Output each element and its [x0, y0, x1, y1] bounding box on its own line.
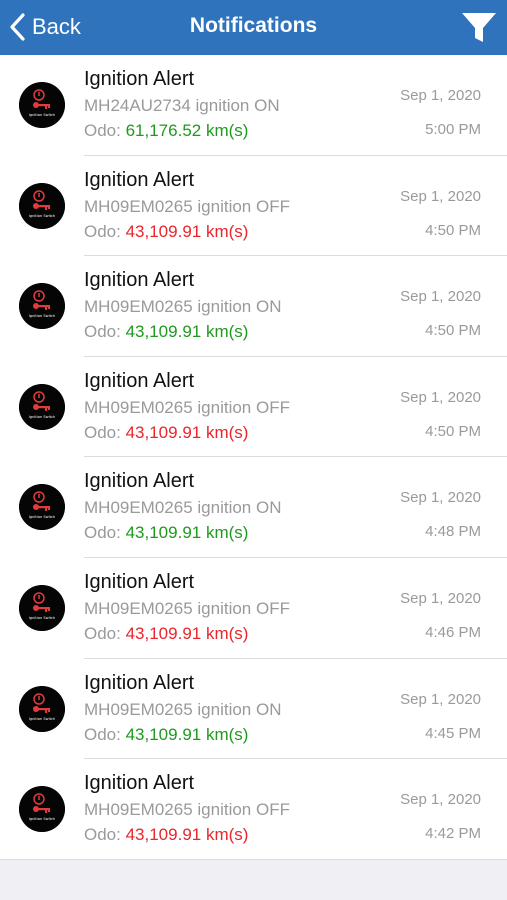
notification-title: Ignition Alert	[84, 772, 195, 795]
odometer-value: 43,109.91 km(s)	[125, 221, 249, 241]
svg-text:Ignition Switch: Ignition Switch	[29, 515, 56, 519]
notification-message: MH09EM0265 ignition ON	[84, 498, 282, 518]
svg-text:Ignition Switch: Ignition Switch	[29, 717, 56, 721]
notification-title: Ignition Alert	[84, 671, 195, 694]
notification-date: Sep 1, 2020	[400, 87, 481, 104]
notification-list: Ignition Switch Ignition Alert MH24AU273…	[0, 55, 507, 860]
svg-text:Ignition Switch: Ignition Switch	[29, 616, 56, 620]
notification-time: 4:50 PM	[425, 221, 481, 239]
ignition-switch-icon: Ignition Switch	[19, 685, 65, 732]
odometer-line: Odo: 43,109.91 km(s)	[84, 222, 248, 242]
notification-row[interactable]: Ignition Switch Ignition Alert MH24AU273…	[0, 55, 507, 156]
notification-title: Ignition Alert	[84, 68, 195, 90]
odometer-value: 43,109.91 km(s)	[125, 623, 249, 643]
odometer-label: Odo:	[84, 121, 121, 140]
notification-time: 4:50 PM	[425, 322, 481, 340]
odometer-line: Odo: 43,109.91 km(s)	[84, 423, 248, 443]
svg-text:Ignition Switch: Ignition Switch	[29, 415, 56, 419]
notification-date: Sep 1, 2020	[400, 589, 481, 607]
odometer-line: Odo: 43,109.91 km(s)	[84, 523, 248, 543]
svg-text:Ignition Switch: Ignition Switch	[29, 214, 56, 218]
odometer-value: 43,109.91 km(s)	[125, 825, 249, 845]
notification-message: MH09EM0265 ignition ON	[84, 297, 282, 317]
notification-date: Sep 1, 2020	[400, 791, 481, 809]
odometer-line: Odo: 61,176.52 km(s)	[84, 121, 248, 141]
notification-message: MH09EM0265 ignition OFF	[84, 196, 290, 216]
odometer-value: 43,109.91 km(s)	[125, 523, 249, 543]
notification-row[interactable]: Ignition Switch Ignition Alert MH09EM026…	[0, 558, 507, 659]
notification-message: MH09EM0265 ignition OFF	[84, 800, 290, 820]
notification-date: Sep 1, 2020	[400, 388, 481, 406]
notification-title: Ignition Alert	[84, 168, 195, 191]
odometer-line: Odo: 43,109.91 km(s)	[84, 725, 248, 745]
notification-date: Sep 1, 2020	[400, 187, 481, 205]
odometer-label: Odo:	[84, 422, 121, 442]
notification-message: MH09EM0265 ignition OFF	[84, 598, 290, 618]
row-divider	[0, 858, 507, 860]
notification-time: 4:46 PM	[425, 623, 481, 641]
notification-message: MH24AU2734 ignition ON	[84, 96, 280, 115]
odometer-label: Odo:	[84, 523, 121, 543]
navigation-bar: Back Notifications	[0, 0, 507, 55]
odometer-line: Odo: 43,109.91 km(s)	[84, 624, 248, 644]
ignition-switch-icon: Ignition Switch	[19, 82, 65, 128]
ignition-switch-icon: Ignition Switch	[19, 786, 65, 833]
notification-row[interactable]: Ignition Switch Ignition Alert MH09EM026…	[0, 457, 507, 558]
odometer-line: Odo: 43,109.91 km(s)	[84, 322, 248, 342]
notification-message: MH09EM0265 ignition ON	[84, 699, 282, 719]
notification-title: Ignition Alert	[84, 269, 195, 292]
odometer-value: 43,109.91 km(s)	[125, 422, 249, 442]
svg-text:Ignition Switch: Ignition Switch	[29, 113, 56, 117]
filter-icon	[462, 13, 496, 42]
notification-message: MH09EM0265 ignition OFF	[84, 397, 290, 417]
notification-time: 4:50 PM	[425, 422, 481, 440]
notification-time: 4:42 PM	[425, 825, 481, 843]
notification-row[interactable]: Ignition Switch Ignition Alert MH09EM026…	[0, 156, 507, 257]
odometer-label: Odo:	[84, 322, 121, 342]
svg-text:Ignition Switch: Ignition Switch	[29, 817, 56, 821]
notification-time: 5:00 PM	[425, 121, 481, 138]
odometer-value: 43,109.91 km(s)	[125, 724, 249, 744]
notification-time: 4:48 PM	[425, 523, 481, 541]
odometer-label: Odo:	[84, 623, 121, 643]
notification-row[interactable]: Ignition Switch Ignition Alert MH09EM026…	[0, 659, 507, 760]
ignition-switch-icon: Ignition Switch	[19, 383, 65, 430]
notification-title: Ignition Alert	[84, 570, 195, 593]
odometer-line: Odo: 43,109.91 km(s)	[84, 825, 248, 845]
filter-button[interactable]	[461, 12, 497, 44]
notification-time: 4:45 PM	[425, 724, 481, 742]
ignition-switch-icon: Ignition Switch	[19, 484, 65, 531]
svg-text:Ignition Switch: Ignition Switch	[29, 314, 56, 318]
ignition-switch-icon: Ignition Switch	[19, 584, 65, 631]
ignition-switch-icon: Ignition Switch	[19, 182, 65, 229]
notification-date: Sep 1, 2020	[400, 690, 481, 708]
notification-row[interactable]: Ignition Switch Ignition Alert MH09EM026…	[0, 357, 507, 458]
notification-row[interactable]: Ignition Switch Ignition Alert MH09EM026…	[0, 759, 507, 860]
notification-date: Sep 1, 2020	[400, 489, 481, 507]
odometer-label: Odo:	[84, 221, 121, 241]
notification-title: Ignition Alert	[84, 369, 195, 392]
odometer-value: 43,109.91 km(s)	[125, 322, 249, 342]
ignition-switch-icon: Ignition Switch	[19, 283, 65, 330]
notification-date: Sep 1, 2020	[400, 288, 481, 306]
page-title: Notifications	[189, 14, 318, 37]
odometer-label: Odo:	[84, 724, 121, 744]
notification-row[interactable]: Ignition Switch Ignition Alert MH09EM026…	[0, 256, 507, 357]
odometer-label: Odo:	[84, 825, 121, 845]
odometer-value: 61,176.52 km(s)	[125, 121, 249, 140]
notification-title: Ignition Alert	[84, 470, 195, 493]
